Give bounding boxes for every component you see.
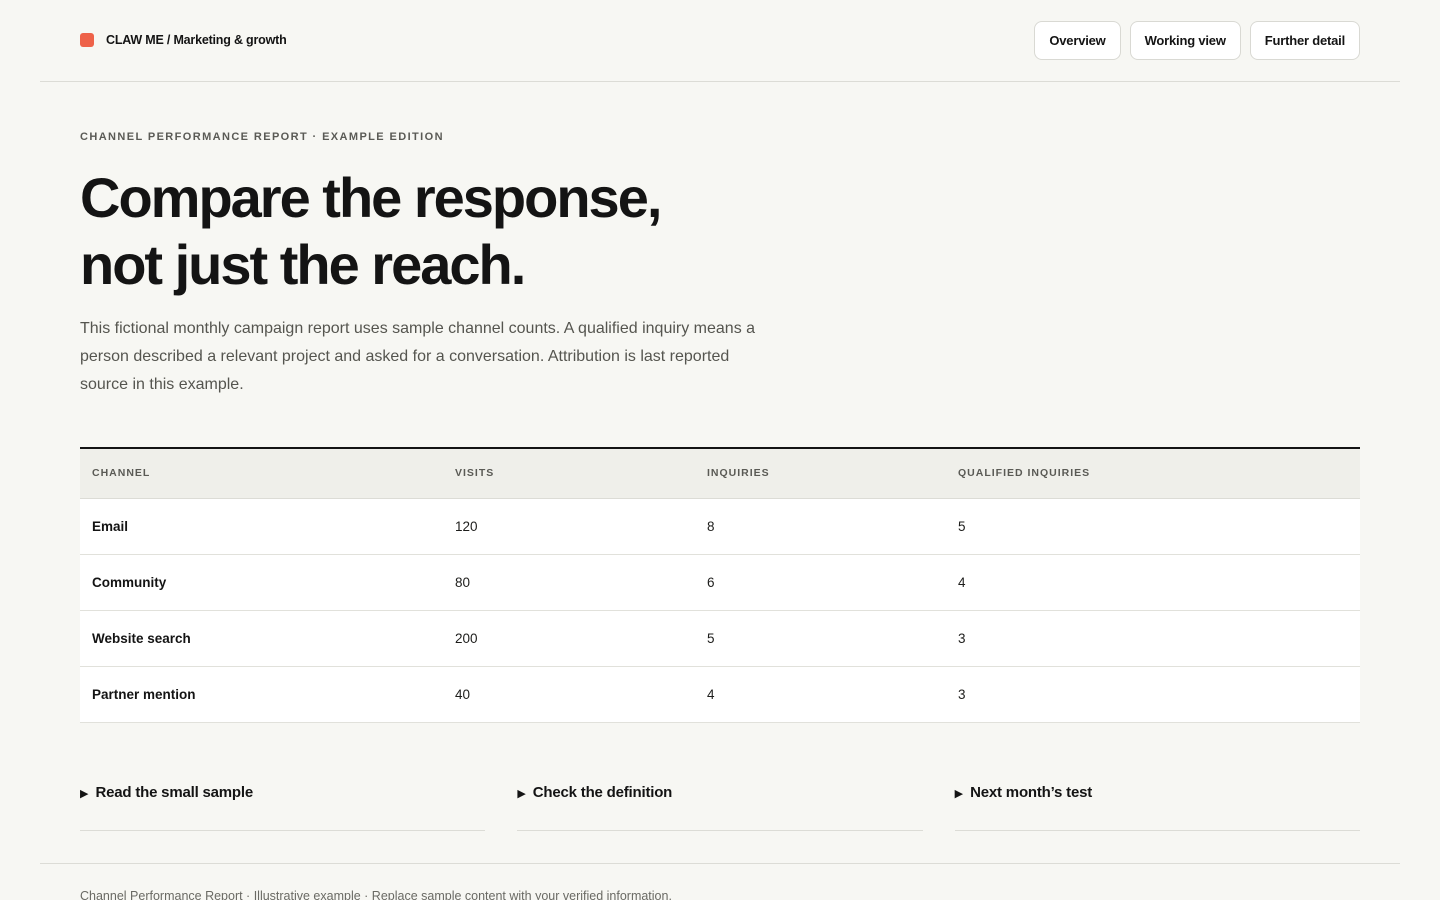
inquiries-value: 5	[695, 610, 946, 667]
qualified-inquiries-value: 4	[946, 554, 1360, 611]
page-title-line-2: not just the reach.	[80, 233, 526, 296]
inquiries-value: 8	[695, 498, 946, 555]
inquiries-value: 6	[695, 554, 946, 611]
table-row: Email 120 8 5	[80, 498, 1360, 555]
column-header-channel: CHANNEL	[80, 449, 443, 499]
disclosure-next-month-test[interactable]: ▶ Next month’s test	[954, 776, 1360, 831]
disclosure-triangle-icon: ▶	[954, 788, 964, 800]
disclosure-triangle-icon: ▶	[517, 788, 526, 800]
visits-value: 80	[443, 554, 695, 611]
visits-value: 200	[443, 610, 695, 667]
top-nav: Overview Working view Further detail	[1034, 21, 1360, 60]
page: CLAW ME / Marketing & growth Overview Wo…	[0, 0, 1440, 900]
disclosure-label: Check the definition	[532, 784, 673, 801]
footer-note: Channel Performance Report · Illustrativ…	[80, 889, 672, 900]
disclosure-small-sample[interactable]: ▶ Read the small sample	[80, 776, 486, 831]
disclosure-label: Read the small sample	[95, 784, 254, 801]
channel-name: Email	[80, 498, 443, 555]
brand-logo-icon	[80, 33, 94, 47]
disclosure-triangle-icon: ▶	[80, 788, 89, 800]
visits-value: 40	[443, 666, 695, 723]
table-row: Community 80 6 4	[80, 554, 1360, 611]
brand[interactable]: CLAW ME / Marketing & growth	[80, 33, 287, 47]
table-row: Partner mention 40 4 3	[80, 666, 1360, 723]
table-row: Website search 200 5 3	[80, 610, 1360, 667]
qualified-inquiries-value: 5	[946, 498, 1360, 555]
detail-disclosures: ▶ Read the small sample ▶ Check the defi…	[80, 776, 1360, 831]
channel-name: Website search	[80, 610, 443, 667]
disclosure-label: Next month’s test	[970, 784, 1093, 801]
nav-further-detail-button[interactable]: Further detail	[1249, 21, 1360, 60]
footer-divider	[40, 863, 1400, 864]
disclosure-definition[interactable]: ▶ Check the definition	[517, 776, 923, 831]
brand-breadcrumb: CLAW ME / Marketing & growth	[106, 33, 287, 47]
qualified-inquiries-value: 3	[946, 666, 1360, 723]
page-title-line-1: Compare the response,	[80, 166, 662, 229]
channel-name: Community	[80, 554, 443, 611]
column-header-inquiries: INQUIRIES	[695, 449, 946, 499]
column-header-visits: VISITS	[443, 449, 695, 499]
table-header-row: CHANNEL VISITS INQUIRIES QUALIFIED INQUI…	[80, 449, 1360, 499]
top-bar: CLAW ME / Marketing & growth Overview Wo…	[40, 0, 1400, 82]
column-header-qualified-inquiries: QUALIFIED INQUIRIES	[946, 449, 1360, 499]
inquiries-value: 4	[695, 666, 946, 723]
visits-value: 120	[443, 498, 695, 555]
report-eyebrow: CHANNEL PERFORMANCE REPORT · EXAMPLE EDI…	[80, 131, 444, 143]
channel-name: Partner mention	[80, 666, 443, 723]
qualified-inquiries-value: 3	[946, 610, 1360, 667]
page-title: Compare the response, not just the reach…	[80, 164, 800, 298]
channel-table: CHANNEL VISITS INQUIRIES QUALIFIED INQUI…	[80, 447, 1360, 723]
intro-paragraph: This fictional monthly campaign report u…	[80, 320, 756, 393]
nav-working-view-button[interactable]: Working view	[1129, 21, 1241, 60]
nav-overview-button[interactable]: Overview	[1034, 21, 1121, 60]
